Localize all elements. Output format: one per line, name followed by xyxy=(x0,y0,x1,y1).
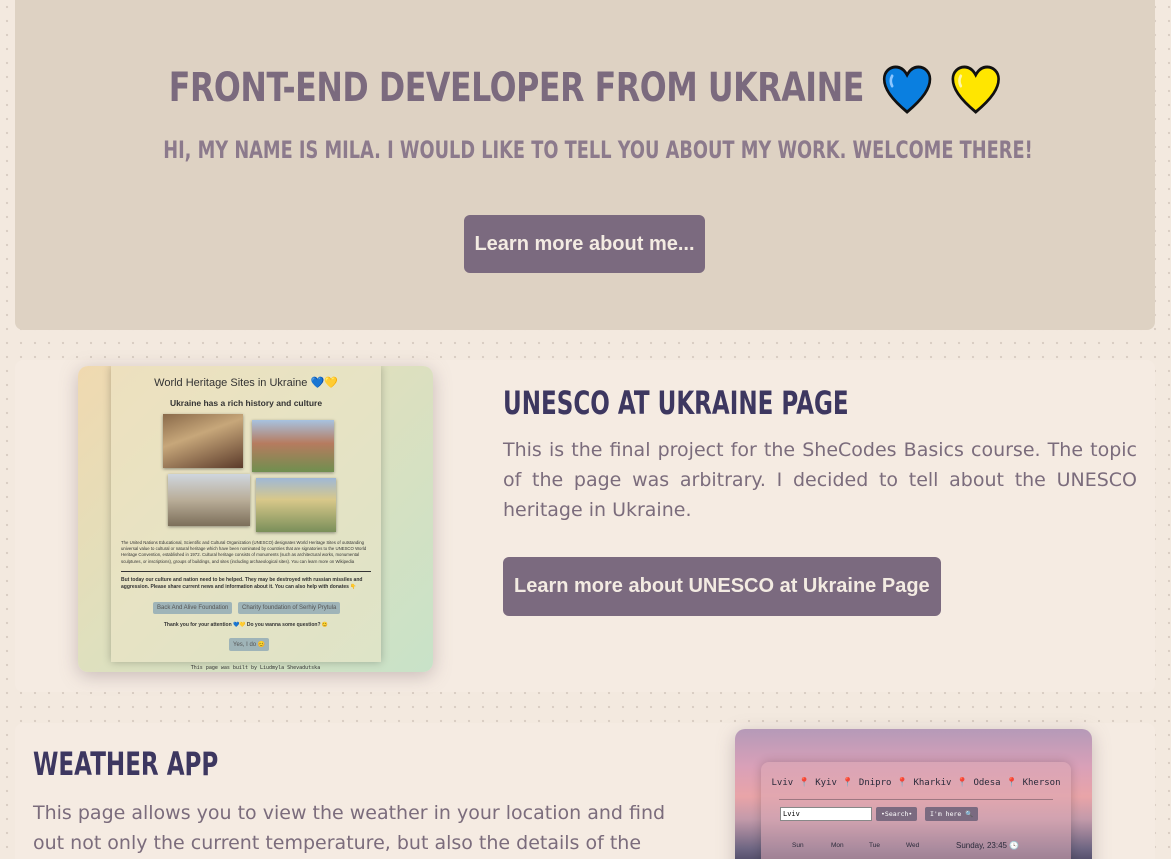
project-description-weather: This page allows you to view the weather… xyxy=(33,802,666,854)
preview-help-text: But today our culture and nation need to… xyxy=(121,577,363,590)
preview-subtitle: Ukraine has a rich history and culture xyxy=(169,398,323,408)
weather-date: Sunday, 23:45 🕓 xyxy=(956,841,1020,850)
weather-divider xyxy=(779,799,1053,800)
project-description-unesco: This is the final project for the SheCod… xyxy=(503,439,1137,521)
weather-city-list: Lviv 📍 Kyiv 📍 Dnipro 📍 Kharkiv 📍 Odesa 📍… xyxy=(771,778,1061,788)
preview-button-prytula: Charity foundation of Serhiy Prytula xyxy=(238,602,341,614)
photo-ruins xyxy=(168,474,250,526)
weather-search-button: •Search• xyxy=(876,807,918,821)
preview-thanks: Thank you for your attention 💙💛 Do you w… xyxy=(163,622,329,628)
weather-preview-panel: Lviv 📍 Kyiv 📍 Dnipro 📍 Kharkiv 📍 Odesa 📍… xyxy=(761,762,1071,859)
forecast-day: Mon xyxy=(831,842,844,849)
hero-subtitle: Hi, my name is Mila. I would like to tel… xyxy=(163,136,1033,164)
project-title-weather: Weather App xyxy=(33,745,219,783)
learn-more-unesco-button[interactable]: Learn more about UNESCO at Ukraine Page xyxy=(503,557,941,616)
preview-divider xyxy=(121,571,371,572)
project-title-unesco: UNESCO at Ukraine Page xyxy=(503,384,849,422)
preview-button-yes: Yes, I do 😊 xyxy=(229,638,270,651)
weather-search-input: Lviv xyxy=(780,807,872,821)
photo-kyiv xyxy=(256,478,336,532)
preview-button-back-and-alive: Back And Alive Foundation xyxy=(153,602,233,614)
project-card-weather: Weather App This page allows you to view… xyxy=(15,723,1155,859)
weather-preview-image[interactable]: Lviv 📍 Kyiv 📍 Dnipro 📍 Kharkiv 📍 Odesa 📍… xyxy=(735,729,1092,859)
hero-title-text: Front-end developer from Ukraine xyxy=(168,65,865,111)
forecast-day: Tue xyxy=(869,842,880,849)
learn-more-about-me-button[interactable]: Learn more about me... xyxy=(464,215,705,273)
yellow-heart-icon xyxy=(951,65,1000,114)
hero-title: Front-end developer from Ukraine xyxy=(83,64,1086,116)
photo-lviv xyxy=(163,414,243,468)
preview-page: World Heritage Sites in Ukraine 💙💛 Ukrai… xyxy=(111,366,381,662)
blue-heart-icon xyxy=(882,65,932,114)
hero-section: Front-end developer from Ukraine Hi, my … xyxy=(15,0,1155,330)
project-card-unesco: World Heritage Sites in Ukraine 💙💛 Ukrai… xyxy=(15,360,1155,692)
photo-chernivtsi xyxy=(252,420,334,472)
weather-location-button: I'm here 🔍 xyxy=(925,807,979,821)
preview-paragraph: The United Nations Educational, Scientif… xyxy=(121,540,367,564)
preview-footer: This page was built by Liudmyla Shevadut… xyxy=(190,665,321,671)
preview-title: World Heritage Sites in Ukraine 💙💛 xyxy=(154,377,338,389)
forecast-day: Wed xyxy=(906,842,920,849)
unesco-preview-image[interactable]: World Heritage Sites in Ukraine 💙💛 Ukrai… xyxy=(78,366,433,672)
forecast-day: Sun xyxy=(792,842,804,849)
